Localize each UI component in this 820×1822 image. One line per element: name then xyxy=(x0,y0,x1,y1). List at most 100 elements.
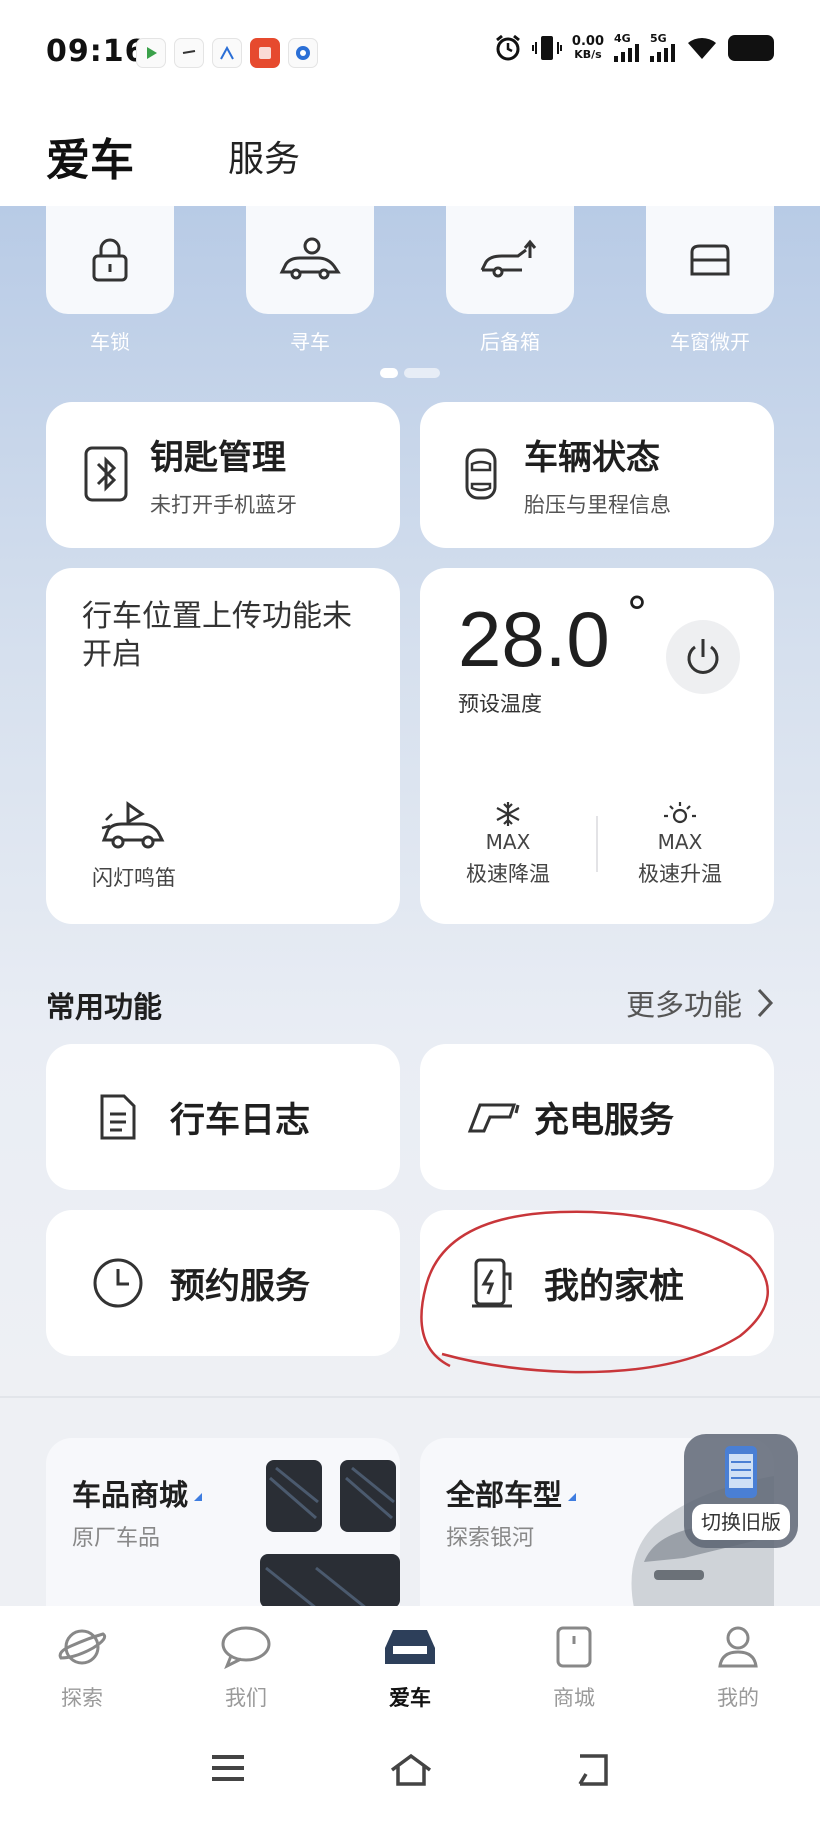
vibrate-icon xyxy=(531,36,562,60)
quick-action-trunk[interactable]: 后备箱 xyxy=(446,206,574,355)
nav-explore[interactable]: 探索 xyxy=(0,1606,164,1714)
rapid-heat-button[interactable]: MAX 极速升温 xyxy=(610,800,750,888)
status-time: 09:16 xyxy=(46,34,147,69)
climate-card[interactable]: 28.0 ° 预设温度 MAX 极速降温 MAX 极速升温 xyxy=(420,568,774,924)
car-app-icon xyxy=(212,38,242,68)
driving-log-button[interactable]: 行车日志 xyxy=(46,1044,400,1190)
charger-gun-icon xyxy=(467,1103,520,1133)
find-car-icon xyxy=(279,237,341,280)
wifi-icon xyxy=(688,37,716,59)
charging-service-button[interactable]: 充电服务 xyxy=(420,1044,774,1190)
window-icon xyxy=(690,244,730,276)
video-app-icon xyxy=(136,38,166,68)
rapid-cool-label: 极速降温 xyxy=(466,862,550,886)
nav-label: 我的 xyxy=(717,1686,759,1710)
switch-old-version-label: 切换旧版 xyxy=(692,1504,790,1540)
top-tab-bar: 爱车 服务 xyxy=(0,106,820,206)
back-icon[interactable] xyxy=(572,1752,612,1788)
nav-us[interactable]: 我们 xyxy=(164,1606,328,1714)
rapid-heat-max: MAX xyxy=(657,830,703,854)
promo-subtitle: 原厂车品 xyxy=(72,1526,161,1551)
quick-action-label: 后备箱 xyxy=(480,330,540,354)
clock-icon xyxy=(93,1258,143,1308)
rapid-heat-label: 极速升温 xyxy=(638,862,722,886)
nav-label: 探索 xyxy=(61,1686,103,1710)
bottom-navigation: 探索 我们 爱车 商城 我的 xyxy=(0,1606,820,1714)
preset-temperature-label: 预设温度 xyxy=(458,692,542,716)
climate-divider xyxy=(596,816,598,872)
more-functions-link[interactable]: 更多功能 xyxy=(626,982,774,1024)
planet-icon xyxy=(58,1629,107,1665)
appointment-service-label: 预约服务 xyxy=(170,1266,311,1307)
quick-action-lock[interactable]: 车锁 xyxy=(46,206,174,355)
snowflake-icon xyxy=(496,802,520,826)
notification-app-icons xyxy=(136,38,318,68)
signal-4g-icon: 4G xyxy=(614,33,640,62)
degree-symbol: ° xyxy=(626,588,648,639)
home-icon[interactable] xyxy=(388,1752,434,1788)
menu-icon[interactable] xyxy=(208,1752,248,1784)
status-indicators: 0.00 KB/s 4G 5G xyxy=(494,33,774,62)
page-indicator xyxy=(380,368,440,378)
charging-service-label: 充电服务 xyxy=(534,1100,675,1141)
sun-icon xyxy=(664,802,696,824)
nav-label: 我们 xyxy=(225,1686,267,1710)
tab-service[interactable]: 服务 xyxy=(228,130,300,182)
home-charger-label: 我的家桩 xyxy=(544,1266,685,1307)
flash-horn-button[interactable]: 闪灯鸣笛 xyxy=(92,800,176,892)
car-icon xyxy=(385,1630,435,1664)
key-card-title: 钥匙管理 xyxy=(150,438,286,478)
key-management-card[interactable]: 钥匙管理 未打开手机蓝牙 xyxy=(46,402,400,548)
status-bar: 09:16 0.00 KB/s 4G 5G xyxy=(0,0,820,106)
quick-action-label: 车窗微开 xyxy=(670,330,750,354)
quick-action-window[interactable]: 车窗微开 xyxy=(646,206,774,355)
promo-subtitle: 探索银河 xyxy=(446,1526,535,1551)
trunk-icon xyxy=(480,239,537,278)
flash-horn-label: 闪灯鸣笛 xyxy=(92,866,176,890)
power-icon xyxy=(687,639,719,674)
quick-action-label: 车锁 xyxy=(90,330,130,354)
rapid-cool-button[interactable]: MAX 极速降温 xyxy=(438,800,578,888)
preset-temperature: 28.0 xyxy=(458,595,610,683)
floor-mat-image xyxy=(260,1460,400,1608)
rapid-cool-max: MAX xyxy=(485,830,531,854)
location-upload-text: 行车位置上传功能未开启 xyxy=(82,599,352,672)
climate-power-button[interactable] xyxy=(666,620,740,694)
tab-aiche[interactable]: 爱车 xyxy=(46,124,134,188)
home-charger-icon xyxy=(472,1258,512,1308)
nav-label: 商城 xyxy=(553,1686,595,1710)
promo-title: 全部车型 xyxy=(446,1472,577,1514)
quick-action-find-car[interactable]: 寻车 xyxy=(246,206,374,355)
chat-app-icon xyxy=(174,38,204,68)
net-speed: 0.00 KB/s xyxy=(571,34,604,61)
status-card-subtitle: 胎压与里程信息 xyxy=(524,493,671,517)
nav-mine[interactable]: 我的 xyxy=(656,1606,820,1714)
signal-5g-icon: 5G xyxy=(650,33,676,62)
car-top-icon xyxy=(465,448,497,500)
nav-aiche[interactable]: 爱车 xyxy=(328,1606,492,1714)
location-upload-card[interactable]: 行车位置上传功能未开启 闪灯鸣笛 xyxy=(46,568,400,924)
phone-icon xyxy=(725,1446,757,1498)
profile-icon xyxy=(718,1626,758,1668)
switch-old-version-button[interactable]: 切换旧版 xyxy=(684,1434,798,1548)
battery-icon xyxy=(728,35,774,61)
bag-icon xyxy=(556,1626,592,1668)
taobao-app-icon xyxy=(250,38,280,68)
promo-title: 车品商城 xyxy=(72,1472,203,1514)
page-dot xyxy=(404,368,440,378)
system-navigation-bar xyxy=(0,1714,820,1822)
browser-app-icon xyxy=(288,38,318,68)
chat-bubble-icon xyxy=(221,1626,271,1670)
flash-horn-icon xyxy=(101,801,165,849)
status-card-title: 车辆状态 xyxy=(524,438,660,478)
page-dot xyxy=(380,368,398,378)
nav-label: 爱车 xyxy=(389,1686,431,1710)
vehicle-status-card[interactable]: 车辆状态 胎压与里程信息 xyxy=(420,402,774,548)
bluetooth-icon xyxy=(84,446,128,502)
common-functions-title: 常用功能 xyxy=(46,990,163,1024)
home-charger-button[interactable]: 我的家桩 xyxy=(420,1210,774,1356)
alarm-icon xyxy=(495,34,520,61)
nav-store[interactable]: 商城 xyxy=(492,1606,656,1714)
accessories-store-card[interactable]: 车品商城 原厂车品 xyxy=(46,1438,400,1608)
appointment-service-button[interactable]: 预约服务 xyxy=(46,1210,400,1356)
